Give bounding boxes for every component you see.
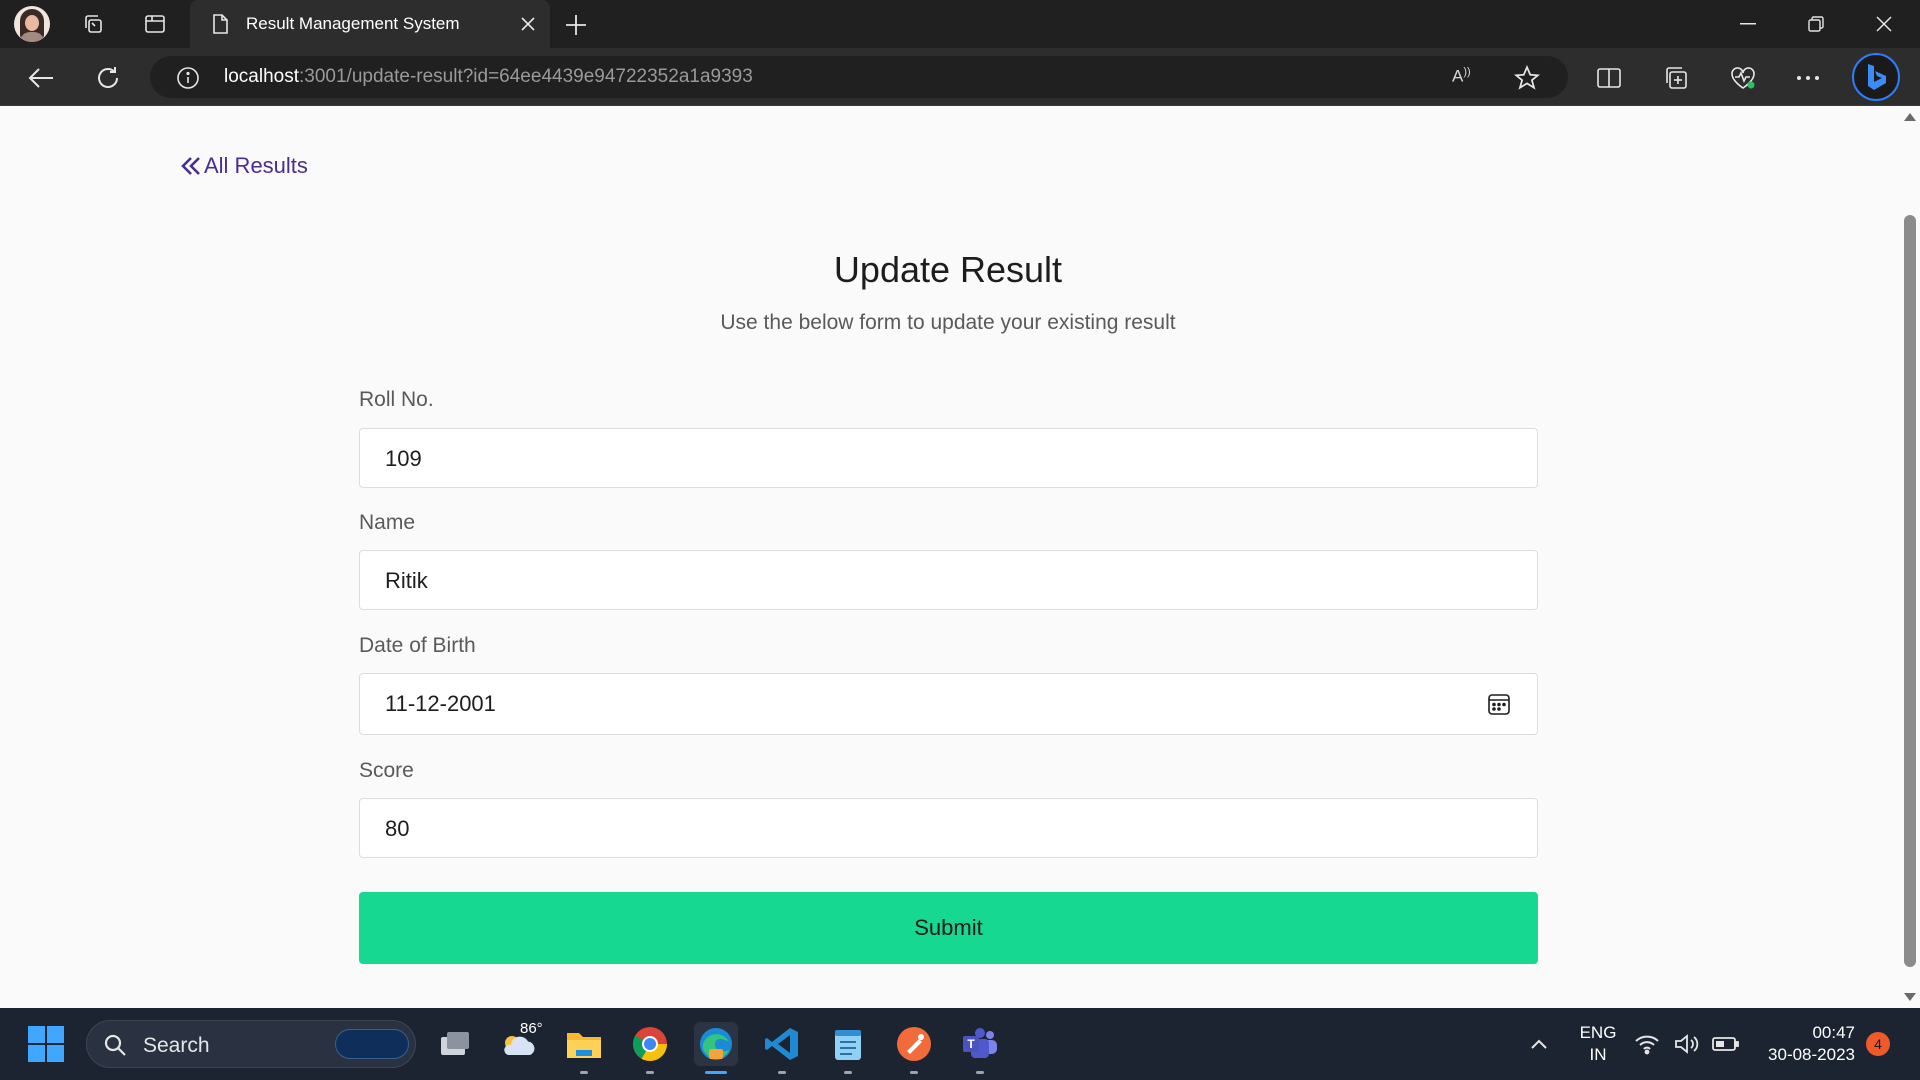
- favorite-star-icon[interactable]: [1513, 64, 1541, 95]
- roll-no-label: Roll No.: [359, 388, 434, 411]
- system-clock[interactable]: 00:47 30-08-2023: [1755, 1022, 1855, 1066]
- language-code: ENG: [1579, 1023, 1617, 1042]
- health-icon[interactable]: [1726, 61, 1760, 95]
- taskbar: Search 86° T ENG IN 00:47 30-08-2023 4: [0, 1008, 1920, 1080]
- double-chevron-left-icon: [181, 157, 200, 175]
- language-indicator[interactable]: ENG IN: [1575, 1022, 1621, 1066]
- page-subtitle: Use the below form to update your existi…: [720, 311, 1176, 334]
- page-content: All Results Update Result Use the below …: [0, 107, 1900, 1007]
- refresh-icon[interactable]: [91, 61, 125, 95]
- scrollbar[interactable]: [1900, 107, 1920, 1007]
- collections-icon[interactable]: [1659, 61, 1693, 95]
- minimize-icon[interactable]: [1720, 0, 1776, 48]
- plus-icon[interactable]: [560, 9, 592, 41]
- all-results-link[interactable]: All Results: [180, 153, 308, 179]
- read-aloud-icon[interactable]: A)): [1452, 66, 1471, 87]
- search-label: Search: [143, 1034, 210, 1057]
- profile-avatar[interactable]: [14, 6, 50, 42]
- postman-icon[interactable]: [892, 1022, 936, 1074]
- name-value[interactable]: Ritik: [385, 568, 428, 594]
- dob-input[interactable]: 11-12-2001: [359, 673, 1538, 735]
- roll-no-value[interactable]: 109: [385, 446, 422, 472]
- close-window-icon[interactable]: [1856, 0, 1912, 48]
- roll-no-input[interactable]: 109: [359, 428, 1538, 488]
- notepad-icon[interactable]: [826, 1022, 870, 1074]
- scroll-down-icon[interactable]: [1904, 993, 1916, 1001]
- score-input[interactable]: 80: [359, 798, 1538, 858]
- taskbar-search[interactable]: Search: [86, 1020, 416, 1068]
- clock-date: 30-08-2023: [1768, 1045, 1855, 1064]
- chrome-icon[interactable]: [628, 1022, 672, 1074]
- restore-icon[interactable]: [1788, 0, 1844, 48]
- score-value[interactable]: 80: [385, 816, 409, 842]
- more-icon[interactable]: [1791, 61, 1825, 95]
- teams-icon[interactable]: T: [958, 1022, 1002, 1074]
- all-results-label[interactable]: All Results: [204, 153, 308, 179]
- region-code: IN: [1589, 1045, 1607, 1064]
- scroll-up-icon[interactable]: [1904, 113, 1916, 121]
- name-input[interactable]: Ritik: [359, 550, 1538, 610]
- weather-temp: 86°: [520, 1020, 543, 1037]
- dob-value[interactable]: 11-12-2001: [385, 691, 496, 717]
- search-icon: [103, 1033, 127, 1061]
- address-bar[interactable]: localhost:3001/update-result?id=64ee4439…: [150, 56, 1568, 98]
- svg-text:T: T: [967, 1037, 975, 1051]
- calendar-icon[interactable]: [1487, 692, 1511, 720]
- workspaces-icon[interactable]: [78, 9, 108, 39]
- tab-actions-icon[interactable]: [140, 9, 170, 39]
- edge-icon[interactable]: [694, 1022, 738, 1074]
- scrollbar-thumb[interactable]: [1904, 215, 1916, 967]
- split-screen-icon[interactable]: [1592, 61, 1626, 95]
- page-title: Update Result: [833, 249, 1063, 290]
- volume-icon[interactable]: [1670, 1022, 1704, 1066]
- active-tab[interactable]: Result Management System: [190, 0, 550, 48]
- vscode-icon[interactable]: [760, 1022, 804, 1074]
- chevron-up-icon[interactable]: [1517, 1022, 1561, 1066]
- submit-button[interactable]: Submit: [359, 892, 1538, 964]
- close-icon[interactable]: [516, 12, 540, 36]
- clock-time: 00:47: [1812, 1023, 1855, 1042]
- score-label: Score: [359, 759, 414, 782]
- browser-tab-bar: Result Management System: [0, 0, 1920, 48]
- name-label: Name: [359, 511, 416, 534]
- tab-title: Result Management System: [246, 14, 460, 33]
- wifi-icon[interactable]: [1630, 1022, 1664, 1066]
- task-view-icon[interactable]: [432, 1022, 476, 1066]
- battery-icon[interactable]: [1709, 1022, 1743, 1066]
- page-icon: [210, 13, 230, 39]
- back-arrow-icon[interactable]: [24, 61, 58, 95]
- url-text[interactable]: localhost:3001/update-result?id=64ee4439…: [224, 66, 753, 88]
- notification-badge[interactable]: 4: [1866, 1032, 1890, 1056]
- file-explorer-icon[interactable]: [562, 1022, 606, 1074]
- info-icon[interactable]: [176, 66, 200, 94]
- search-highlight-icon: [335, 1029, 409, 1059]
- dob-label: Date of Birth: [359, 634, 476, 657]
- windows-start-icon[interactable]: [28, 1026, 64, 1062]
- browser-toolbar: localhost:3001/update-result?id=64ee4439…: [0, 48, 1920, 106]
- bing-icon[interactable]: [1852, 53, 1900, 101]
